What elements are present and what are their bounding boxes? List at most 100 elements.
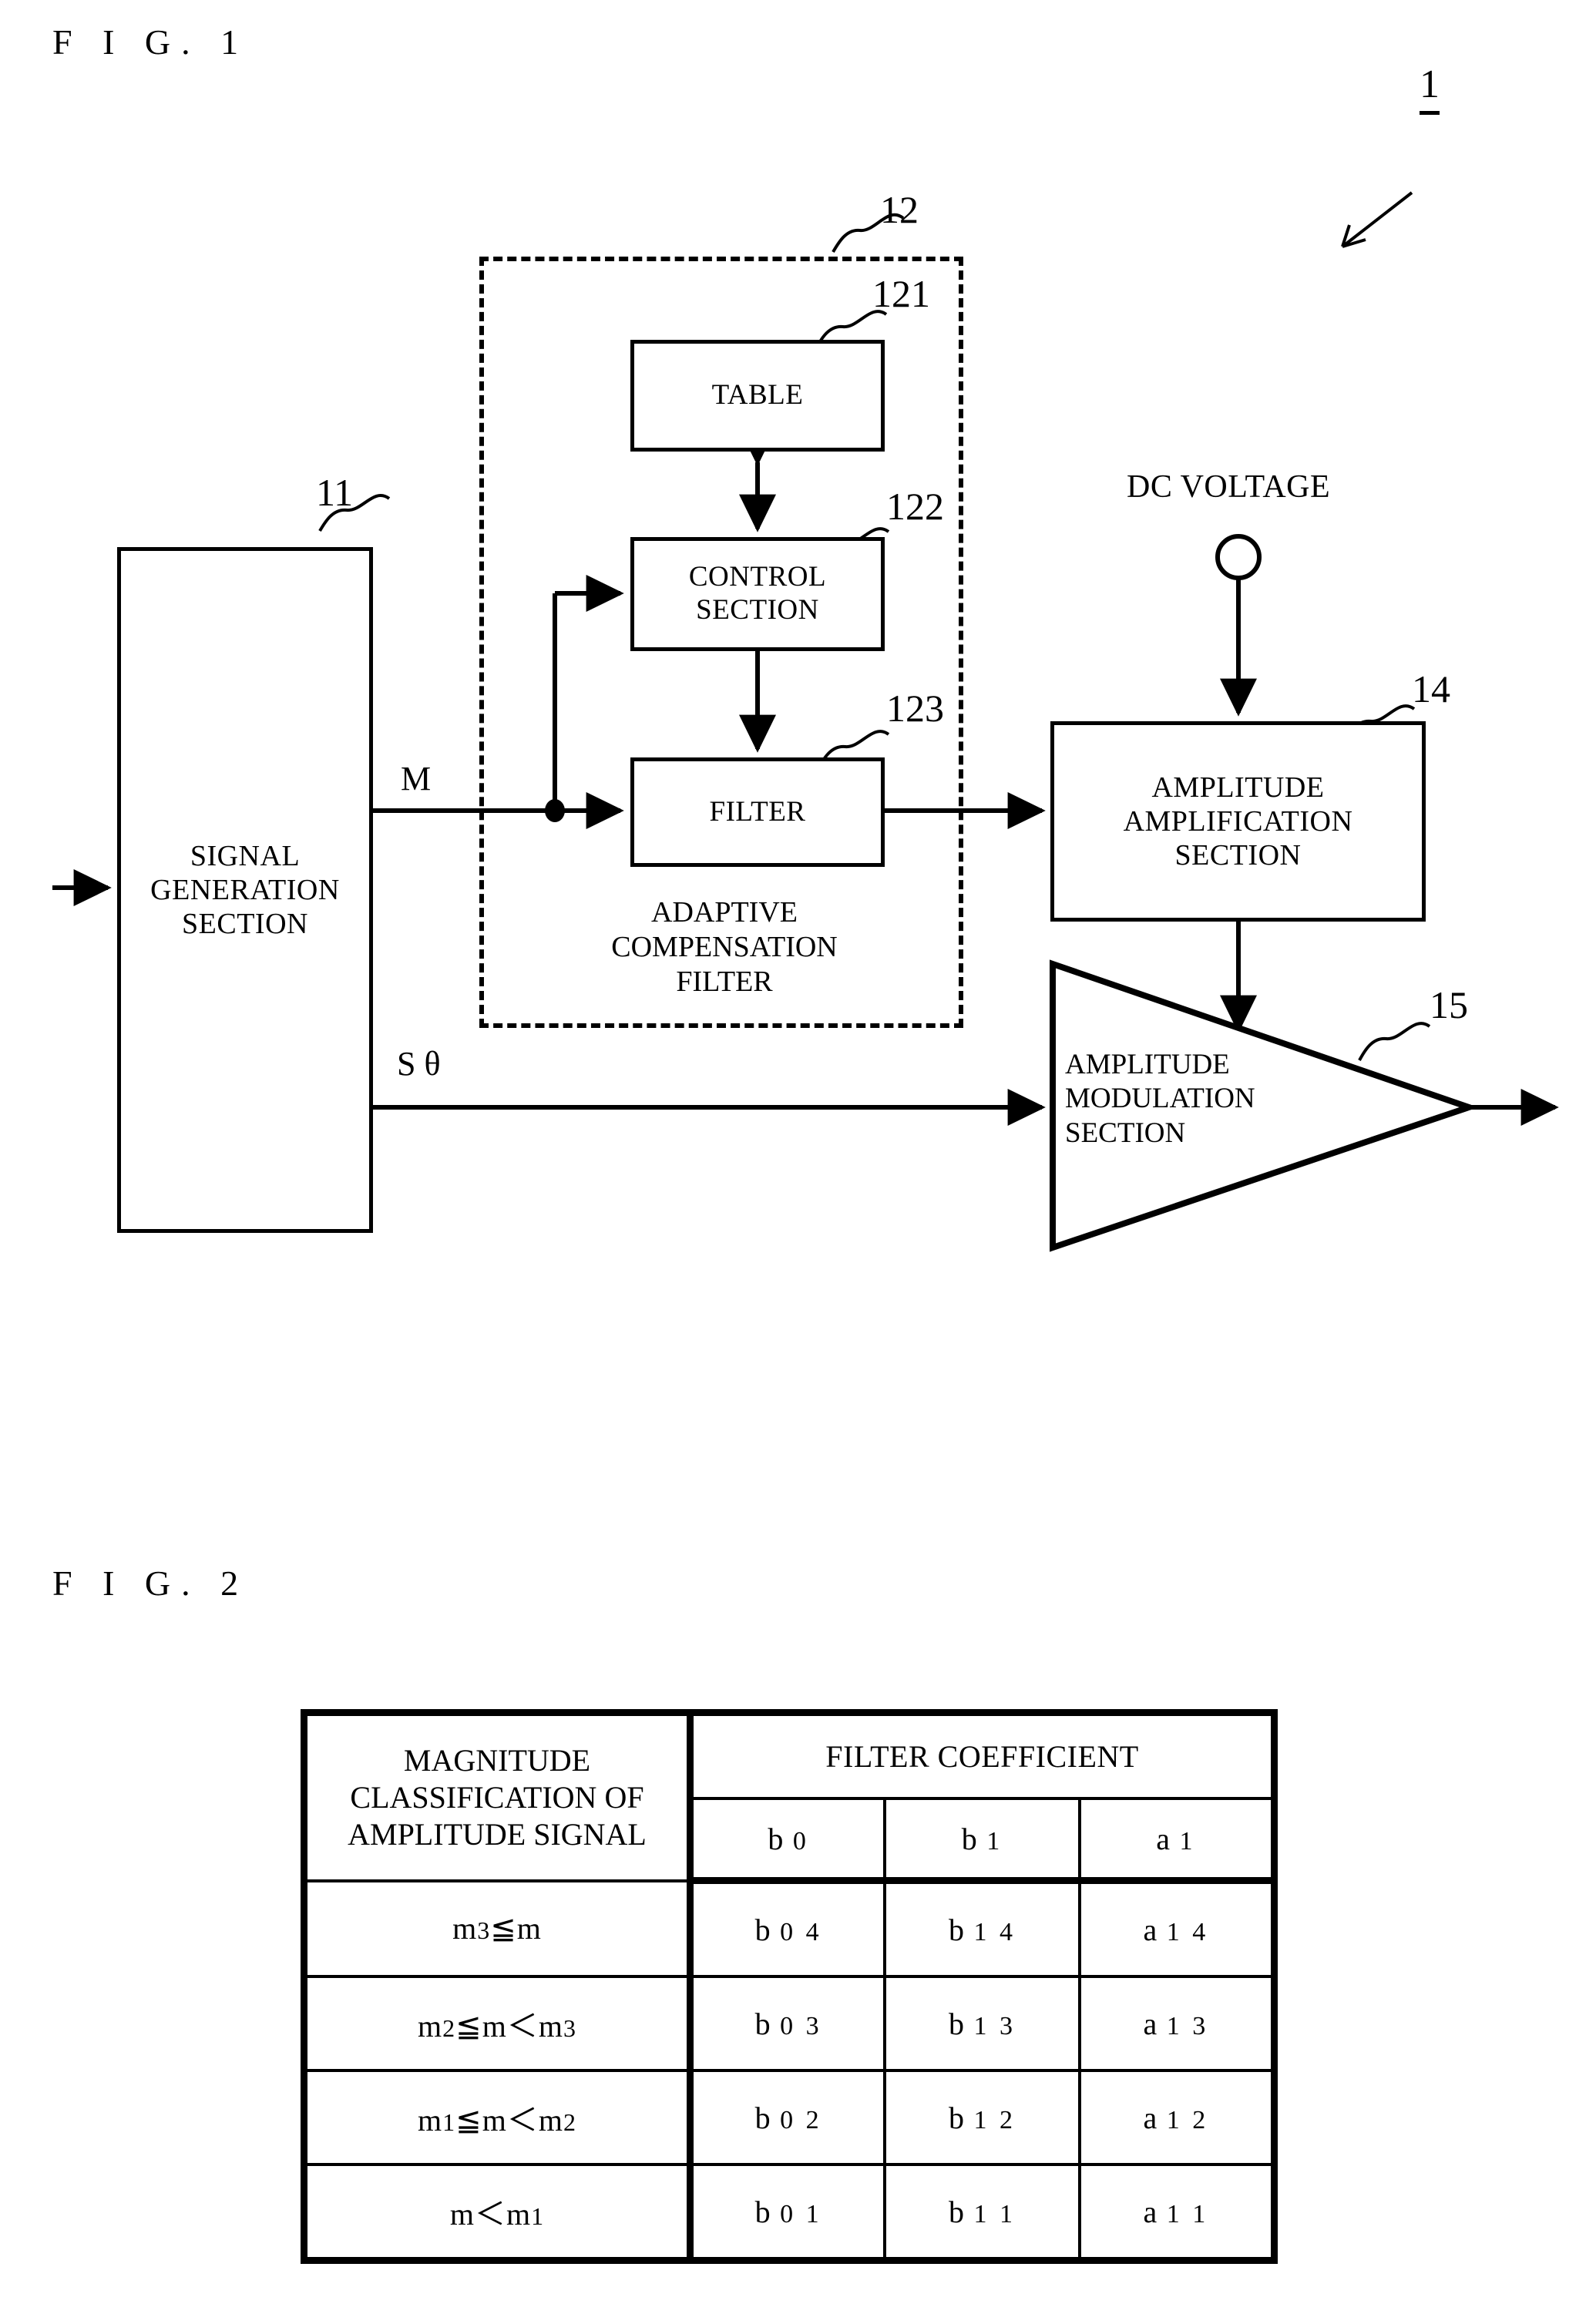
cell-magnitude-condition: m2≦m＜m3 [301,1975,692,2072]
block-amplitude-amplification-section: AMPLITUDE AMPLIFICATION SECTION [1050,721,1426,922]
coefficient-base: a [1156,1821,1171,1856]
cell-coefficient-a1: a 1 2 [1077,2069,1278,2166]
coefficient-base: a [1143,1912,1158,1947]
condition-token: m [538,2103,563,2138]
condition-token: m [506,2197,532,2232]
coefficient-subscript: 1 3 [1157,2011,1209,2040]
table-row: m1≦m＜m2 b 0 2b 1 2a 1 2 [301,2069,1278,2166]
coefficient-base: b [754,2194,771,2229]
table-row: m2≦m＜m3 b 0 3b 1 3a 1 3 [301,1975,1278,2072]
coefficient-subscript: 0 [783,1826,809,1856]
table-data-rows: m3≦m b 0 4b 1 4a 1 4 m2≦m＜m3 b 0 3b 1 3a 1 … [301,1879,1278,2264]
condition-subscript: 1 [442,2108,456,2136]
signal-label-m: M [401,760,432,798]
coefficient-subscript: 1 2 [963,2105,1016,2134]
coefficient-subscript: 1 [976,1826,1003,1856]
block-amplitude-modulation-section-label: AMPLITUDE MODULATION SECTION [1065,1049,1255,1149]
adaptive-compensation-filter-label: ADAPTIVE COMPENSATION FILTER [611,896,838,998]
coefficient-base: a [1143,2100,1158,2135]
coefficient-subscript: 0 2 [770,2105,822,2134]
condition-subscript: 1 [531,2202,545,2230]
figure-2-caption: F I G. 2 [52,1563,250,1603]
condition-token: ≦ [455,2103,482,2138]
coefficient-base: b [948,2006,964,2041]
block-control-section-label: CONTROL SECTION [688,561,827,626]
coefficient-subscript: 1 4 [963,1917,1016,1946]
cell-coefficient-b1: b 1 1 [883,2163,1081,2264]
dc-voltage-label: DC VOLTAGE [1127,469,1331,505]
cell-coefficient-b1: b 1 2 [883,2069,1081,2166]
header-magnitude-classification: MAGNITUDE CLASSIFICATION OF AMPLITUDE SIGN… [301,1709,692,1882]
coefficient-subscript: 0 1 [770,2199,822,2228]
reference-numeral-14: 14 [1412,667,1450,710]
reference-numeral-12: 12 [880,188,919,231]
condition-token: m [418,2009,443,2044]
cell-coefficient-b1: b 1 4 [883,1879,1081,1978]
condition-token: ≦ [455,2009,482,2044]
cell-coefficient-b0: b 0 4 [687,1879,887,1978]
block-control-section: CONTROL SECTION [630,537,885,651]
coefficient-base: b [768,1821,784,1856]
condition-subscript: 2 [442,2014,456,2042]
condition-token: ＜ [506,2103,539,2138]
coefficient-base: b [948,2194,964,2229]
header-filter-coefficient: FILTER COEFFICIENT [687,1709,1278,1800]
condition-token: m [452,1911,478,1946]
table-body: MAGNITUDE CLASSIFICATION OF AMPLITUDE SIGN… [301,1709,1278,1884]
condition-token: m [482,2009,507,2044]
table-header-row-1: MAGNITUDE CLASSIFICATION OF AMPLITUDE SIGN… [301,1709,1278,1882]
cell-magnitude-condition: m＜m1 [301,2163,692,2264]
cell-magnitude-condition: m1≦m＜m2 [301,2069,692,2166]
cell-coefficient-b0: b 0 1 [687,2163,887,2264]
block-filter-label: FILTER [709,795,806,828]
coefficient-subscript: 1 4 [1157,1917,1209,1946]
cell-coefficient-a1: a 1 1 [1077,2163,1278,2264]
figure-1-caption: F I G. 1 [52,22,250,62]
condition-token: ＜ [475,2197,506,2232]
block-signal-generation-section: SIGNAL GENERATION SECTION [117,547,373,1233]
cell-coefficient-a1: a 1 3 [1077,1975,1278,2072]
coefficient-subscript: 1 1 [1157,2199,1209,2228]
header-coefficient-b0: b 0 [687,1797,887,1884]
condition-token: m [418,2103,443,2138]
table-row: m＜m1 b 0 1b 1 1a 1 1 [301,2163,1278,2264]
coefficient-base: b [948,2100,964,2135]
coefficient-base: b [754,1912,771,1947]
signal-label-s-theta: S θ [397,1045,441,1083]
reference-numeral-122: 122 [886,485,944,528]
coefficient-base: a [1143,2006,1158,2041]
coefficient-subscript: 1 [1170,1826,1196,1856]
coefficient-base: b [754,2006,771,2041]
condition-token: ＜ [506,2009,539,2044]
condition-token: m [538,2009,563,2044]
reference-numeral-123: 123 [886,687,944,730]
patent-drawing-sheet: F I G. 1 1 SIGNAL GENERATION SECTION 11 … [0,0,1596,2324]
block-filter: FILTER [630,757,885,867]
condition-subscript: 3 [477,1916,491,1945]
coefficient-subscript: 0 4 [770,1917,822,1946]
cell-coefficient-a1: a 1 4 [1077,1879,1278,1978]
coefficient-subscript: 1 3 [963,2011,1016,2040]
coefficient-base: b [754,2100,771,2135]
condition-token: m [449,2197,475,2232]
reference-numeral-11: 11 [316,471,354,514]
cell-magnitude-condition: m3≦m [301,1879,692,1978]
cell-coefficient-b1: b 1 3 [883,1975,1081,2072]
reference-numeral-15: 15 [1430,983,1468,1026]
coefficient-subscript: 0 3 [770,2011,822,2040]
condition-token: m [516,1911,542,1946]
header-coefficient-b1: b 1 [883,1797,1081,1884]
reference-numeral-121: 121 [872,272,930,315]
coefficient-base: a [1143,2194,1158,2229]
block-signal-generation-section-label: SIGNAL GENERATION SECTION [150,839,340,941]
cell-coefficient-b0: b 0 3 [687,1975,887,2072]
coefficient-base: b [948,1912,964,1947]
dc-voltage-terminal-circle [1215,534,1262,580]
condition-token: ≦ [490,1911,517,1946]
reference-numeral-1: 1 [1420,62,1440,115]
condition-subscript: 2 [563,2108,576,2136]
reference-numeral-1-value: 1 [1420,62,1440,115]
coefficient-subscript: 1 2 [1157,2105,1209,2134]
block-table-label: TABLE [711,379,804,411]
coefficient-subscript: 1 1 [963,2199,1016,2228]
